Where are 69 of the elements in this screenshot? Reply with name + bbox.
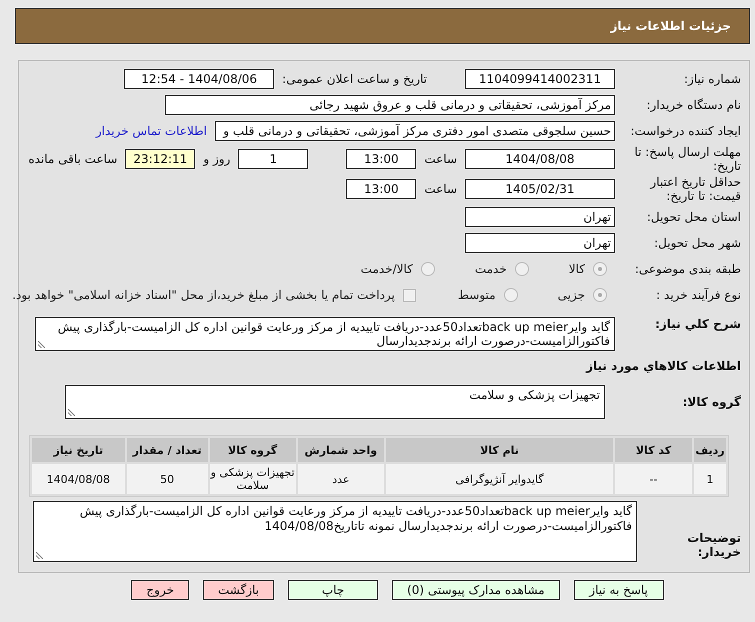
field-label: استان محل تحویل: [646, 210, 741, 224]
page-title: جزئیات اطلاعات نیاز [610, 19, 731, 33]
radio-button[interactable] [514, 262, 529, 276]
column-header: واحد شمارش [298, 438, 384, 462]
resize-grip-icon[interactable] [36, 552, 43, 559]
field-label: مهلت ارسال پاسخ: تا تاریخ: [633, 145, 741, 173]
table-cell: گایدوایر آنژیوگرافی [386, 464, 613, 494]
validity-date-field: 1405/02/31 [465, 179, 615, 199]
radio-label: کالا/خدمت [360, 262, 413, 276]
column-header: تاریخ نیاز [32, 438, 125, 462]
announce-date-field: 1404/08/06 - 12:54 [124, 69, 274, 89]
field-label: ایجاد کننده درخواست: [629, 124, 741, 138]
table-cell: 1 [694, 464, 726, 494]
action-button[interactable]: خروج [131, 580, 189, 600]
field-label: ساعت [424, 182, 457, 196]
action-button[interactable]: مشاهده مدارک پیوستی (0) [392, 580, 560, 600]
deadline-date-field: 1404/08/08 [465, 149, 615, 169]
description-text: گاید وایرback up meierتعداد50عدد-دریافت تاییدیه از مرکز ورعایت قوانین اداره کل الزامیست-بارگذاری پیش فاکتورالزامیست-درصورت ارائه برندجدیدارسال [56, 320, 610, 348]
buyer-notes-text: گاید وایرback up meierتعداد50عدد-دریافت تاییدیه از مرکز ورعایت قوانین اداره کل الزامیست-بارگذاری پیش فاکتورالزامیست-درصورت ارائه برندجدیدارسال نمونه تاتاریخ1404/08/08 [78, 504, 632, 534]
column-header: نام کالا [386, 438, 613, 462]
column-header: کد کالا [614, 438, 692, 462]
field-label: تاریخ و ساعت اعلان عمومی: [282, 72, 427, 86]
radio-button[interactable] [593, 288, 607, 302]
table-cell: 1404/08/08 [32, 464, 125, 494]
goods-group-text: تجهیزات پزشکی و سلامت [468, 388, 600, 403]
action-button[interactable]: بازگشت [203, 580, 274, 600]
field-label: طبقه بندی موضوعی: [634, 262, 741, 276]
field-label: گروه کالا: [682, 394, 741, 409]
province-field: تهران [465, 207, 615, 227]
radio-button[interactable] [504, 288, 518, 302]
radio-label: جزیی [558, 288, 585, 302]
column-header: تعداد / مقدار [126, 438, 208, 462]
buyer-contact-link[interactable]: اطلاعات تماس خریدار [96, 124, 207, 138]
radio-button[interactable] [420, 262, 435, 276]
radio-label: خدمت [474, 262, 507, 276]
column-header: ردیف [694, 438, 726, 462]
field-label: توضیحات خریدار: [686, 530, 741, 559]
field-label: حداقل تاریخ اعتبار قیمت: تا تاریخ: [648, 175, 741, 203]
action-button[interactable]: پاسخ به نیاز [574, 580, 664, 600]
table-cell: -- [614, 464, 692, 494]
radio-label: متوسط [458, 288, 496, 302]
checkbox[interactable] [402, 288, 416, 302]
deadline-time-field: 13:00 [346, 149, 416, 169]
requester-field: حسین سلجوقی متصدی امور دفتری مرکز آموزشی، تحقیقاتی و درمانی قلب و [215, 121, 615, 141]
table-cell: تجهیزات پزشکی و سلامت [210, 464, 296, 494]
table-cell: 50 [126, 464, 208, 494]
column-header: گروه کالا [210, 438, 296, 462]
field-label: شهر محل تحویل: [653, 236, 741, 250]
city-field: تهران [465, 233, 615, 253]
field-label: ساعت [424, 152, 457, 166]
radio-button[interactable] [593, 262, 607, 276]
need-number-field: 1104099414002311 [465, 69, 615, 89]
field-label: روز و [203, 152, 230, 166]
checkbox-label: پرداخت تمام یا بخشی از مبلغ خرید،از محل "اسناد خزانه اسلامی" خواهد بود. [12, 288, 395, 302]
field-label: شماره نیاز: [683, 72, 741, 86]
radio-label: کالا [568, 262, 585, 276]
field-label: ساعت باقی مانده [28, 152, 118, 166]
days-field: 1 [238, 149, 308, 169]
resize-grip-icon[interactable] [38, 341, 45, 348]
buyer-org-field: مرکز آموزشی، تحقیقاتی و درمانی قلب و عروق شهید رجائی [165, 95, 615, 115]
field-label: نوع فرآیند خرید : [655, 288, 741, 302]
table-cell: عدد [298, 464, 384, 494]
remaining-time-field: 23:12:11 [125, 149, 196, 169]
resize-grip-icon[interactable] [68, 409, 75, 416]
section-heading: اطلاعات كالاهاي مورد نياز [586, 359, 741, 373]
validity-time-field: 13:00 [346, 179, 416, 199]
field-label: نام دستگاه خریدار: [646, 98, 741, 112]
action-button[interactable]: چاپ [288, 580, 378, 600]
field-label: شرح کلي نياز: [654, 317, 741, 331]
